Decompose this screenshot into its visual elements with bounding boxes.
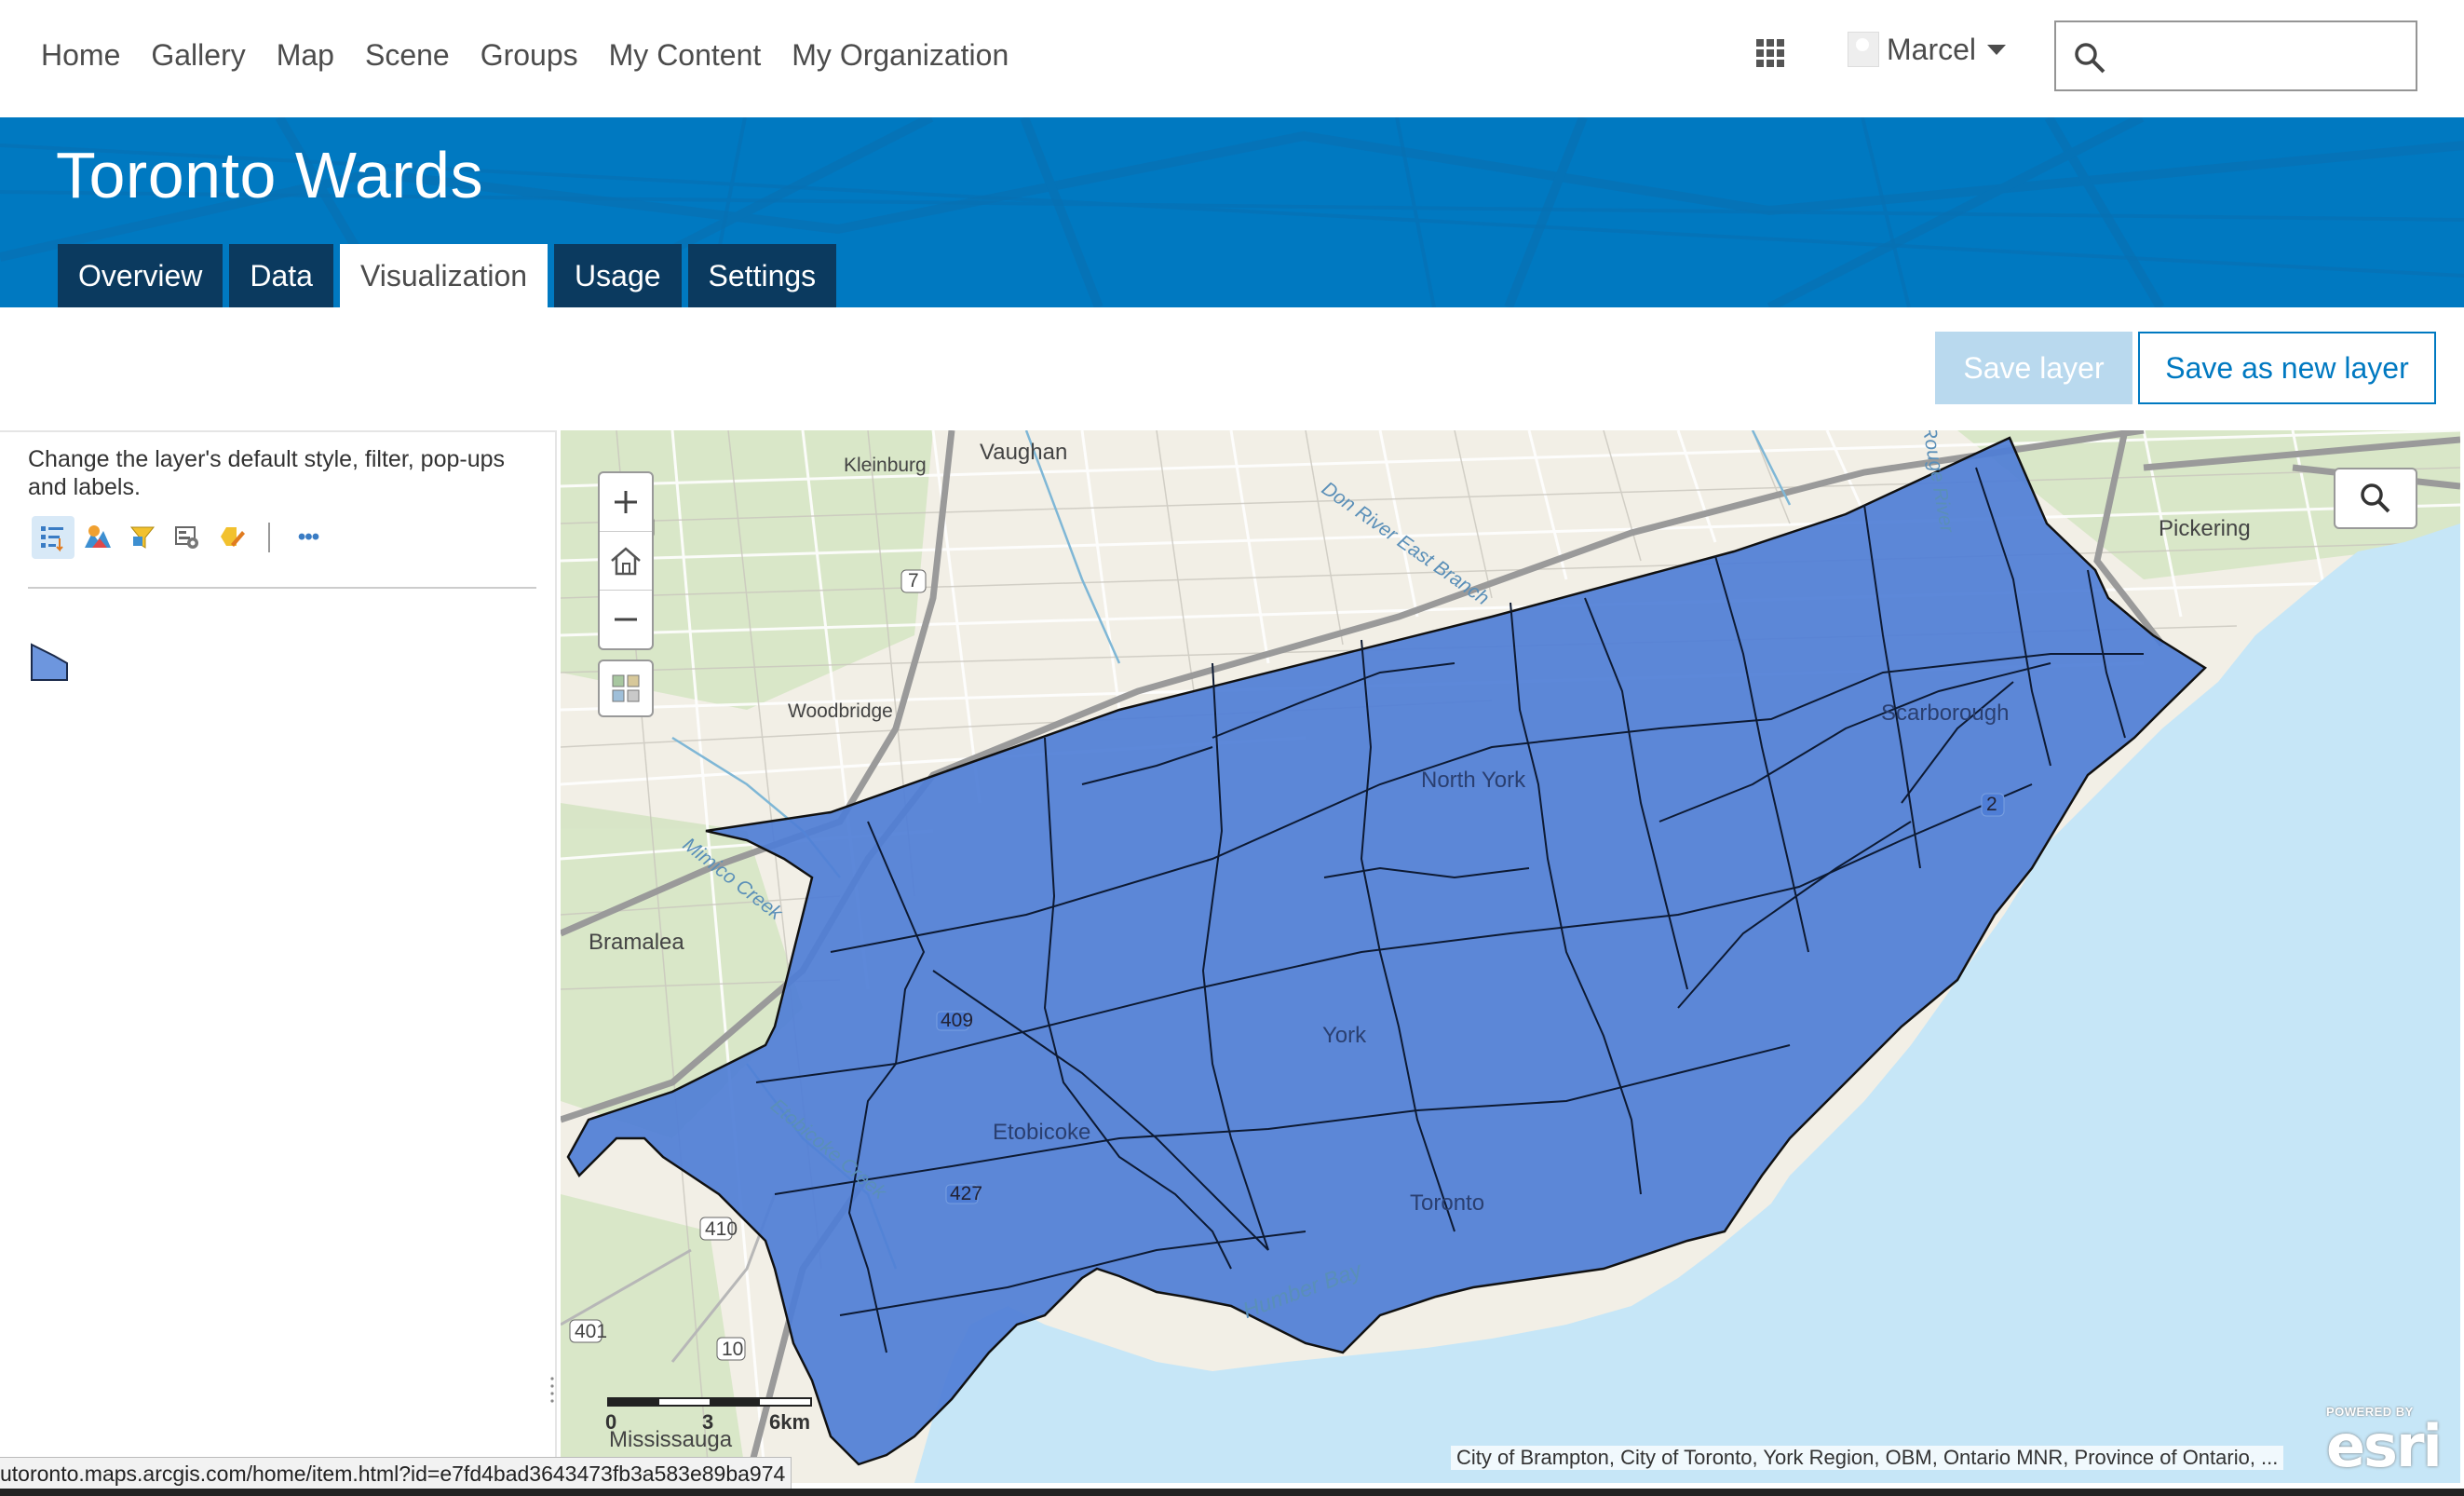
place-label-etobicoke: Etobicoke	[993, 1120, 1091, 1145]
save-as-new-layer-button[interactable]: Save as new layer	[2138, 332, 2436, 404]
map-view[interactable]: 50 7 409 427 410 401 10 2 Vaughan Kleinb…	[561, 430, 2460, 1483]
search-icon	[2361, 483, 2390, 513]
scale-label-end: 6km	[769, 1410, 811, 1434]
avatar	[1848, 32, 1879, 67]
polygon-symbol-icon[interactable]	[30, 643, 71, 684]
toolbar-divider	[268, 523, 270, 552]
basemap-and-wards	[561, 430, 2460, 1483]
tab-visualization[interactable]: Visualization	[339, 244, 548, 307]
tab-usage[interactable]: Usage	[554, 244, 682, 307]
highway-label: 2	[1986, 794, 1997, 815]
place-label-north-york: North York	[1421, 768, 1526, 793]
tab-overview[interactable]: Overview	[58, 244, 223, 307]
highway-label: 7	[908, 570, 919, 592]
highway-label: 10	[722, 1339, 744, 1360]
panel-resize-handle[interactable]	[549, 1373, 555, 1410]
highway-label: 401	[575, 1321, 608, 1342]
map-attribution[interactable]: City of Brampton, City of Toronto, York …	[1451, 1446, 2284, 1470]
nav-map[interactable]: Map	[277, 30, 334, 80]
esri-logo[interactable]: POWERED BY esri	[2326, 1405, 2447, 1480]
esri-brand: esri	[2326, 1412, 2443, 1480]
item-tabs: Overview Data Visualization Usage Settin…	[58, 244, 843, 307]
basemap-gallery-button[interactable]	[598, 660, 654, 717]
place-label-woodbridge: Woodbridge	[788, 700, 893, 722]
panel-toolbar: •••	[32, 516, 332, 559]
zoom-controls	[598, 471, 654, 650]
page-title: Toronto Wards	[56, 139, 484, 211]
nav-home[interactable]: Home	[41, 30, 120, 80]
place-label-vaughan: Vaughan	[980, 440, 1068, 465]
item-banner: Toronto Wards Overview Data Visualizatio…	[0, 117, 2464, 307]
window-bottom-edge	[0, 1489, 2464, 1496]
home-icon	[611, 547, 641, 576]
place-label-pickering: Pickering	[2159, 516, 2251, 541]
top-navigation: Home Gallery Map Scene Groups My Content…	[0, 0, 2464, 117]
zoom-out-button[interactable]	[600, 591, 652, 648]
place-label-scarborough: Scarborough	[1881, 700, 2010, 726]
set-visible-range-icon[interactable]	[210, 516, 253, 559]
scale-label-start: 0	[605, 1410, 617, 1434]
place-label-toronto: Toronto	[1410, 1190, 1485, 1216]
search-input[interactable]	[2121, 32, 2404, 82]
global-search[interactable]	[2054, 20, 2417, 91]
minus-icon	[615, 618, 637, 621]
app-launcher-grid-icon[interactable]	[1754, 37, 1786, 69]
highway-label: 409	[941, 1010, 974, 1031]
primary-nav: Home Gallery Map Scene Groups My Content…	[41, 30, 1039, 80]
home-extent-button[interactable]	[600, 532, 652, 591]
scale-bar: 0 3 6km	[605, 1397, 816, 1438]
scale-bar-graphic	[607, 1397, 812, 1407]
nav-my-content[interactable]: My Content	[609, 30, 762, 80]
map-search-button[interactable]	[2334, 468, 2417, 529]
place-label-kleinburg: Kleinburg	[844, 455, 927, 476]
tab-data[interactable]: Data	[229, 244, 333, 307]
visualization-panel: Change the layer's default style, filter…	[0, 430, 557, 1496]
tab-settings[interactable]: Settings	[687, 244, 837, 307]
user-menu[interactable]: Marcel	[1848, 32, 2007, 67]
place-label-bramalea: Bramalea	[589, 930, 684, 955]
place-label-york: York	[1322, 1023, 1367, 1048]
filter-icon[interactable]	[76, 516, 119, 559]
configure-popup-icon[interactable]	[121, 516, 164, 559]
divider	[28, 587, 536, 589]
create-labels-icon[interactable]	[166, 516, 209, 559]
nav-gallery[interactable]: Gallery	[151, 30, 245, 80]
browser-status-url: utoronto.maps.arcgis.com/home/item.html?…	[0, 1457, 792, 1492]
basemap-icon	[612, 674, 640, 702]
nav-scene[interactable]: Scene	[365, 30, 450, 80]
user-name: Marcel	[1887, 32, 1977, 66]
nav-groups[interactable]: Groups	[481, 30, 578, 80]
more-icon[interactable]: •••	[287, 516, 330, 559]
change-style-icon[interactable]	[32, 516, 74, 559]
highway-label: 427	[950, 1183, 983, 1204]
search-icon	[2075, 43, 2105, 74]
scale-label-mid: 3	[702, 1410, 714, 1434]
plus-icon	[615, 491, 637, 513]
highway-label: 410	[705, 1218, 738, 1240]
save-layer-button[interactable]: Save layer	[1935, 332, 2132, 404]
zoom-in-button[interactable]	[600, 473, 652, 532]
chevron-down-icon	[1987, 44, 2007, 55]
panel-description: Change the layer's default style, filter…	[28, 446, 506, 500]
nav-my-organization[interactable]: My Organization	[792, 30, 1009, 80]
